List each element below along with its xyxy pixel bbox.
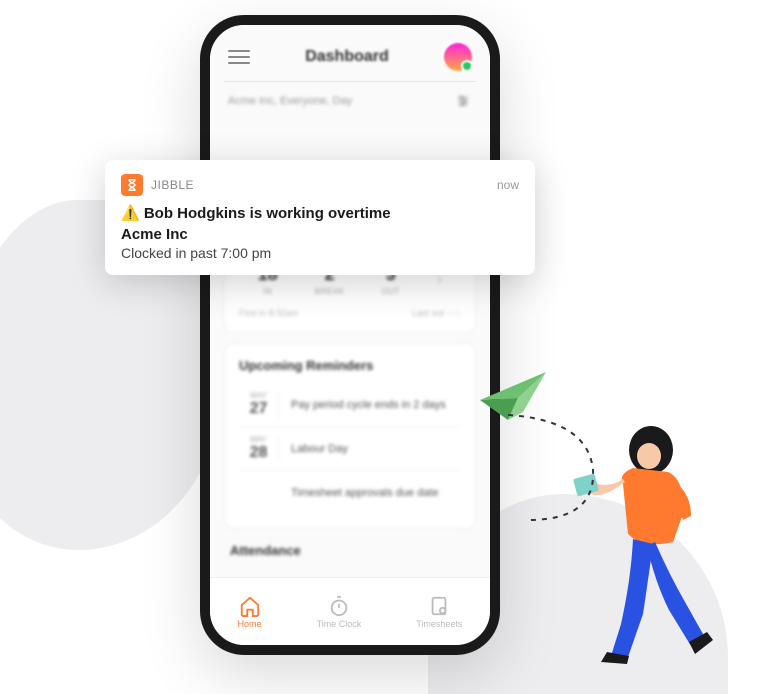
- reminder-text: Timesheet approvals due date: [291, 487, 439, 499]
- notification-detail: Clocked in past 7:00 pm: [121, 245, 519, 261]
- filter-bar[interactable]: Acme Inc, Everyone, Day: [210, 90, 490, 118]
- reminders-title: Upcoming Reminders: [239, 358, 461, 373]
- reminder-item[interactable]: MAY 27 Pay period cycle ends in 2 days: [239, 383, 461, 426]
- stat-in-label: IN: [258, 287, 278, 296]
- avatar[interactable]: [444, 43, 472, 71]
- reminder-item[interactable]: MAY 28 Labour Day: [239, 426, 461, 470]
- filter-icon[interactable]: [454, 94, 472, 108]
- reminder-text: Labour Day: [291, 443, 348, 455]
- notification-app-name: JIBBLE: [151, 178, 194, 192]
- nav-timesheets-label: Timesheets: [416, 619, 462, 629]
- phone-screen: Dashboard Acme Inc, Everyone, Day Who's …: [210, 25, 490, 645]
- reminder-month: MAY: [239, 391, 278, 400]
- notification-subtitle: Acme Inc: [121, 226, 519, 243]
- reminder-day: 28: [239, 444, 278, 462]
- nav-time-clock[interactable]: Time Clock: [317, 595, 362, 629]
- plane-trail: [498, 410, 638, 540]
- reminder-month: MAY: [239, 435, 278, 444]
- nav-home-label: Home: [238, 619, 262, 629]
- filter-summary: Acme Inc, Everyone, Day: [228, 95, 352, 107]
- menu-icon[interactable]: [228, 50, 250, 64]
- reminder-date: MAY 27: [239, 391, 279, 418]
- phone-frame: Dashboard Acme Inc, Everyone, Day Who's …: [200, 15, 500, 655]
- reminder-date: MAY 28: [239, 435, 279, 462]
- last-out-text: Last out --:--: [412, 308, 461, 318]
- first-in-text: First in 8:32am: [239, 308, 299, 318]
- notification-time: now: [497, 178, 519, 192]
- home-icon: [239, 595, 261, 617]
- notification-app: JIBBLE: [121, 174, 194, 196]
- reminder-text: Pay period cycle ends in 2 days: [291, 399, 446, 411]
- attendance-heading: Attendance: [210, 539, 490, 562]
- reminder-day: 27: [239, 400, 278, 418]
- bottom-nav: Home Time Clock Timesheets: [210, 577, 490, 645]
- nav-home[interactable]: Home: [238, 595, 262, 629]
- stat-out-label: OUT: [382, 287, 400, 296]
- notification-title: ⚠️ Bob Hodgkins is working overtime: [121, 204, 519, 222]
- top-bar: Dashboard: [210, 25, 490, 81]
- nav-time-clock-label: Time Clock: [317, 619, 362, 629]
- stat-break-label: BREAK: [315, 287, 345, 296]
- push-notification[interactable]: JIBBLE now ⚠️ Bob Hodgkins is working ov…: [105, 160, 535, 275]
- stopwatch-icon: [328, 595, 350, 617]
- timesheet-icon: [428, 595, 450, 617]
- page-title: Dashboard: [305, 48, 389, 66]
- upcoming-reminders-card[interactable]: Upcoming Reminders MAY 27 Pay period cyc…: [224, 343, 476, 529]
- nav-timesheets[interactable]: Timesheets: [416, 595, 462, 629]
- jibble-app-icon: [121, 174, 143, 196]
- reminder-item[interactable]: .. Timesheet approvals due date: [239, 470, 461, 514]
- divider: [224, 81, 476, 82]
